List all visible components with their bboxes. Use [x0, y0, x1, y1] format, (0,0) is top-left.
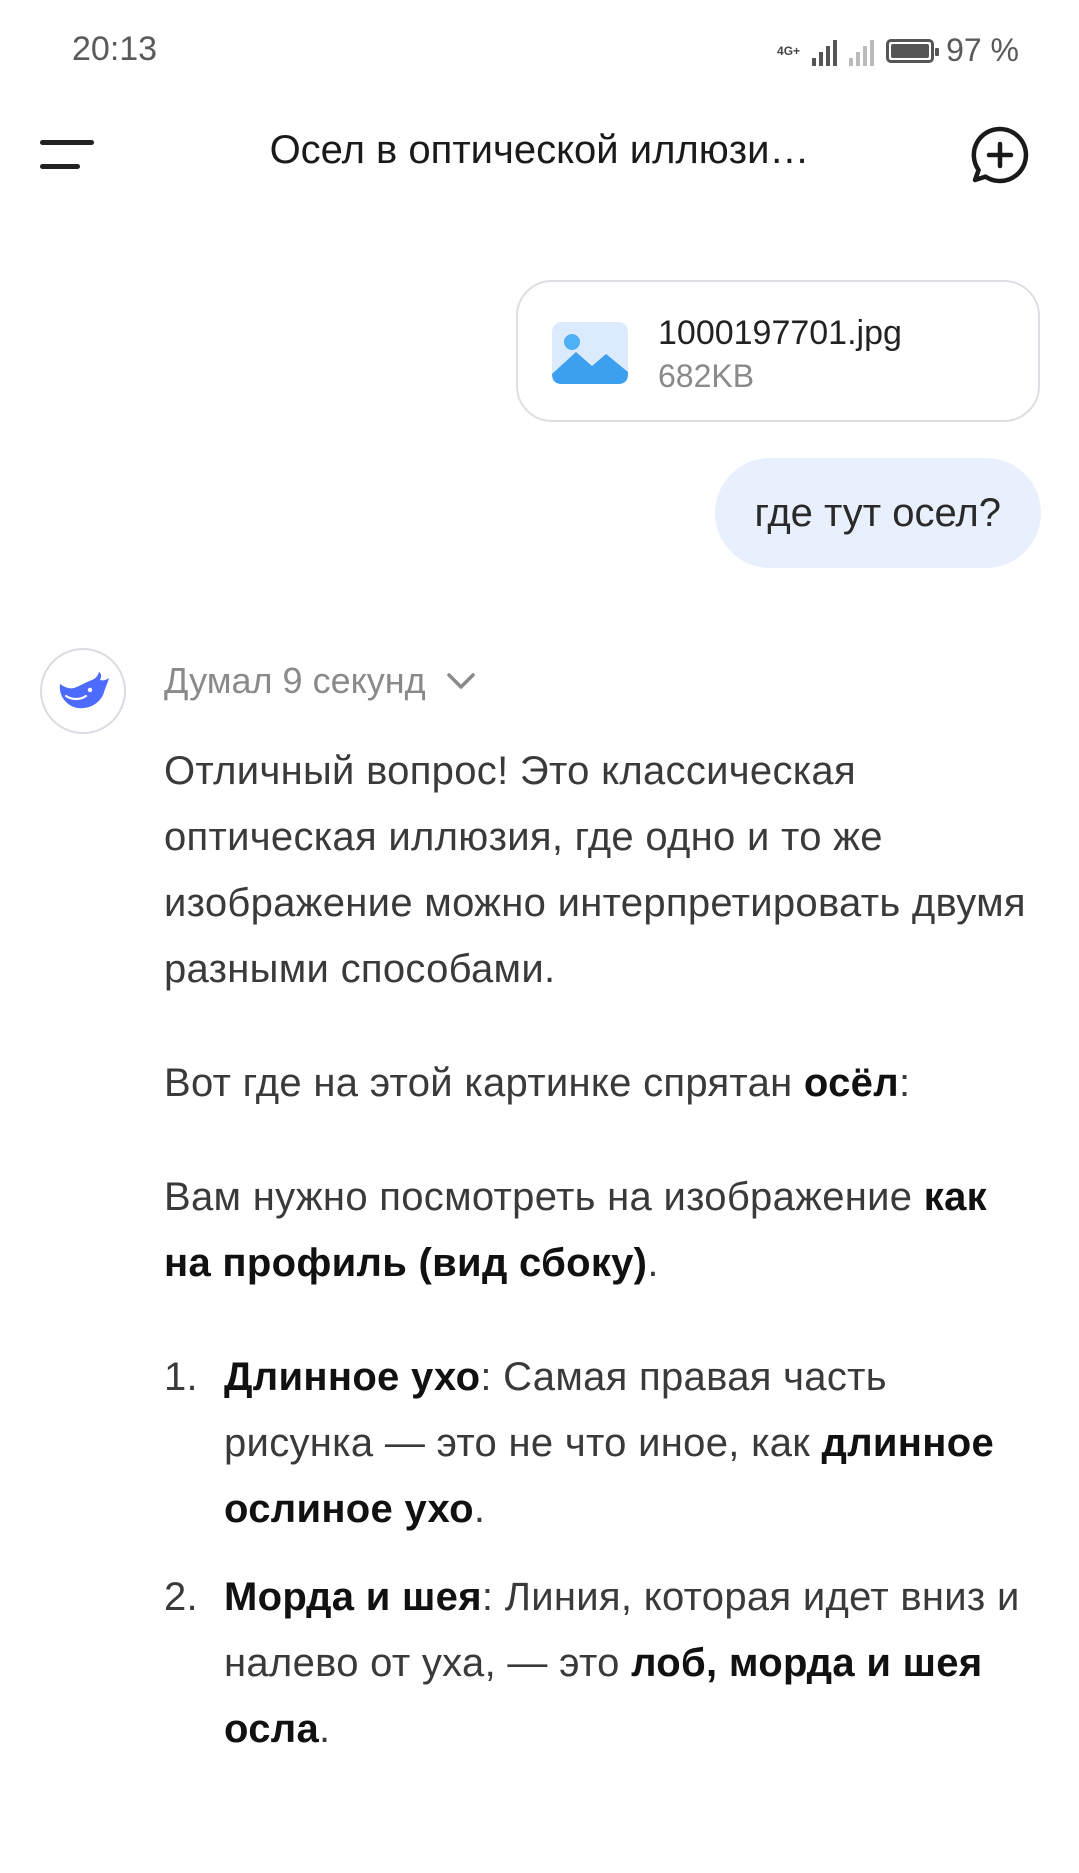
image-file-icon	[552, 322, 628, 384]
p3-end: .	[647, 1241, 659, 1285]
list-number: 2.	[164, 1575, 198, 1619]
attachment-filename: 1000197701.jpg	[658, 314, 902, 352]
network-type: 4G+	[777, 45, 800, 57]
network-label: 4G+	[777, 43, 801, 58]
assistant-avatar	[40, 648, 126, 734]
list-item-title: Длинное ухо	[224, 1355, 481, 1399]
status-icons: 4G+ 97 %	[777, 32, 1019, 69]
status-time: 20:13	[72, 30, 158, 68]
answer-list: 1. Длинное ухо: Самая правая часть рисун…	[164, 1344, 1044, 1762]
user-message-bubble: где тут осел?	[714, 458, 1041, 568]
list-item-end: .	[473, 1487, 486, 1531]
battery-percent: 97 %	[946, 32, 1019, 68]
battery-icon	[886, 38, 940, 63]
chat-title: Осел в оптической иллюзи…	[269, 128, 810, 172]
answer-paragraph-1: Отличный вопрос! Это классическая оптиче…	[164, 749, 1026, 991]
attachment-card[interactable]: 1000197701.jpg 682KB	[516, 280, 1040, 422]
thought-label: Думал 9 секунд	[164, 660, 426, 701]
p2-bold: осёл	[803, 1061, 899, 1105]
list-item-title: Морда и шея	[224, 1575, 482, 1619]
signal-secondary-icon	[849, 36, 875, 66]
list-item: 2. Морда и шея: Линия, которая идет вниз…	[164, 1564, 1044, 1762]
p3-text: Вам нужно посмотреть на изображение	[164, 1175, 924, 1219]
list-item-end: .	[319, 1707, 331, 1751]
p2-end: :	[898, 1061, 911, 1105]
user-message-text: где тут осел?	[754, 490, 1001, 535]
list-item: 1. Длинное ухо: Самая правая часть рисун…	[164, 1344, 1044, 1542]
answer-paragraph-3: Вам нужно посмотреть на изображение как …	[164, 1164, 1044, 1296]
thought-toggle[interactable]: Думал 9 секунд	[164, 660, 476, 702]
assistant-answer: Отличный вопрос! Это классическая оптиче…	[164, 738, 1044, 1784]
new-chat-icon[interactable]	[969, 124, 1031, 186]
chevron-down-icon	[446, 673, 475, 689]
status-bar: 20:13 4G+ 97 %	[0, 0, 1079, 100]
answer-paragraph-2: Вот где на этой картинке спрятан осёл:	[164, 1050, 1044, 1116]
list-number: 1.	[164, 1355, 198, 1399]
signal-strength-icon	[812, 36, 838, 66]
p2-text: Вот где на этой картинке спрятан	[164, 1061, 804, 1105]
whale-logo-icon	[59, 672, 109, 709]
attachment-size: 682KB	[658, 358, 755, 394]
app-header: Осел в оптической иллюзи…	[0, 100, 1079, 210]
